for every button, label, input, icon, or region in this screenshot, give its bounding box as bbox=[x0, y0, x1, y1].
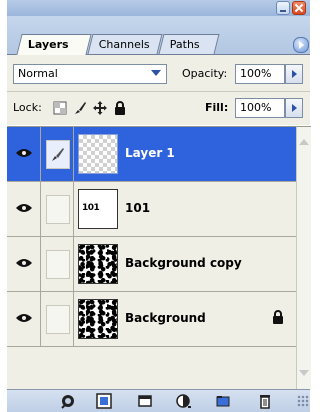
layer-thumbnail bbox=[78, 299, 118, 339]
new-group-icon[interactable] bbox=[215, 393, 231, 409]
opacity-input[interactable]: 100% bbox=[235, 64, 285, 84]
layer-name: Background copy bbox=[125, 256, 242, 270]
visibility-toggle[interactable] bbox=[7, 292, 41, 346]
panel-title-bar bbox=[7, 0, 310, 16]
eye-icon bbox=[16, 149, 32, 157]
link-cell[interactable] bbox=[41, 292, 74, 346]
delete-layer-icon[interactable] bbox=[257, 393, 273, 409]
link-layers-icon[interactable] bbox=[60, 393, 76, 409]
tab-channels[interactable]: Channels bbox=[87, 34, 163, 54]
layers-scrollbar[interactable] bbox=[296, 126, 311, 390]
lock-transparent-pixels-icon[interactable] bbox=[53, 101, 67, 115]
layer-row-background-copy[interactable]: Background copy bbox=[7, 237, 296, 292]
blend-mode-value: Normal bbox=[18, 67, 58, 80]
link-cell[interactable] bbox=[41, 237, 74, 291]
link-cell[interactable] bbox=[41, 127, 74, 181]
layer-name: Background bbox=[125, 311, 206, 325]
padlock-icon bbox=[273, 310, 283, 324]
visibility-toggle[interactable] bbox=[7, 127, 41, 181]
tab-paths[interactable]: Paths bbox=[158, 34, 220, 54]
fill-value: 100% bbox=[240, 101, 272, 114]
opacity-slider-button[interactable] bbox=[285, 64, 303, 84]
minimize-button[interactable] bbox=[276, 1, 290, 15]
chevron-down-icon bbox=[151, 70, 161, 76]
close-button[interactable] bbox=[292, 1, 306, 15]
layer-name: Layer 1 bbox=[125, 146, 175, 160]
fill-input[interactable]: 100% bbox=[235, 98, 285, 118]
layers-list: Layer 1 101 101 Background copy Backgrou… bbox=[7, 126, 296, 390]
eye-icon bbox=[16, 259, 32, 267]
lock-image-pixels-icon[interactable] bbox=[73, 101, 87, 115]
panel-menu-button[interactable] bbox=[293, 37, 309, 53]
layer-row-layer-1[interactable]: Layer 1 bbox=[7, 127, 296, 182]
tab-layers[interactable]: Layers bbox=[16, 34, 92, 55]
thumbnail-text: 101 bbox=[82, 203, 100, 213]
resize-grip-icon[interactable] bbox=[297, 395, 309, 407]
lock-row: Lock: Fill: 100% bbox=[7, 91, 310, 125]
tab-paths-label: Paths bbox=[169, 38, 200, 51]
blend-mode-select[interactable]: Normal bbox=[13, 64, 167, 84]
link-cell[interactable] bbox=[41, 182, 74, 236]
layer-row-background[interactable]: Background bbox=[7, 292, 296, 347]
link-box bbox=[46, 305, 70, 334]
layer-options: Normal Opacity: 100% Lock: Fill: 100% bbox=[7, 55, 310, 125]
new-fill-adjustment-icon[interactable] bbox=[175, 393, 191, 409]
link-box bbox=[46, 250, 70, 279]
layer-name: 101 bbox=[125, 201, 151, 215]
layer-thumbnail: 101 bbox=[78, 189, 118, 229]
lock-all-icon[interactable] bbox=[113, 101, 127, 115]
layer-row-101[interactable]: 101 101 bbox=[7, 182, 296, 237]
scroll-down-arrow-icon[interactable] bbox=[299, 370, 309, 376]
tab-bar: Paths Channels Layers bbox=[7, 16, 310, 55]
add-mask-icon[interactable] bbox=[137, 393, 153, 409]
eye-icon bbox=[16, 204, 32, 212]
eye-icon bbox=[16, 314, 32, 322]
layer-thumbnail bbox=[78, 134, 118, 174]
brush-cell bbox=[46, 140, 70, 169]
opacity-value: 100% bbox=[240, 67, 272, 80]
blend-row: Normal Opacity: 100% bbox=[7, 55, 310, 92]
lock-position-icon[interactable] bbox=[93, 101, 107, 115]
layer-thumbnail bbox=[78, 244, 118, 284]
visibility-toggle[interactable] bbox=[7, 182, 41, 236]
tab-layers-label: Layers bbox=[27, 38, 69, 51]
link-box bbox=[46, 195, 70, 224]
visibility-toggle[interactable] bbox=[7, 237, 41, 291]
opacity-label: Opacity: bbox=[182, 67, 228, 80]
add-layer-style-icon[interactable] bbox=[96, 393, 112, 409]
lock-label: Lock: bbox=[13, 101, 42, 114]
brush-icon bbox=[52, 148, 64, 161]
tab-channels-label: Channels bbox=[98, 38, 150, 51]
layers-toolbar bbox=[7, 389, 310, 412]
fill-slider-button[interactable] bbox=[285, 98, 303, 118]
scroll-up-arrow-icon[interactable] bbox=[299, 139, 309, 145]
fill-label: Fill: bbox=[205, 101, 229, 114]
